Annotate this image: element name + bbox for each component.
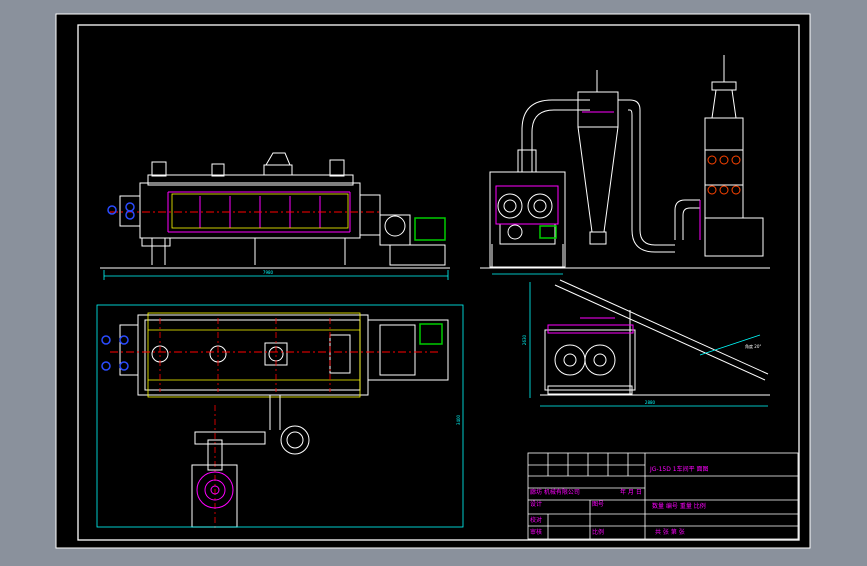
title-block-model: JG-15D 1车间平 面图 bbox=[649, 465, 708, 473]
front-view-length-label: 7980 bbox=[263, 270, 274, 275]
title-block-scale: 比例 bbox=[592, 528, 604, 536]
title-block-approve: 审核 bbox=[530, 528, 542, 536]
conveyor-angle-label: 角度 20° bbox=[745, 343, 761, 349]
plan-view-height-label: 3400 bbox=[456, 414, 461, 425]
title-block-sheet-info: 共 张 第 张 bbox=[655, 528, 685, 536]
cad-viewport: 7980 3400 2630 2880 角度 20° JG-15D 1车间平 面… bbox=[0, 0, 867, 562]
title-block-materials: 数量 编号 重量 比例 bbox=[652, 502, 706, 510]
title-block-drawing-no: 图号 bbox=[592, 501, 604, 508]
title-block-date: 年 月 日 bbox=[620, 488, 642, 496]
title-block-design: 设计 bbox=[530, 500, 542, 508]
title-block-company: 廊坊 机械有限公司 bbox=[530, 488, 580, 496]
title-block-check: 校对 bbox=[530, 516, 542, 524]
conveyor-base-label: 2880 bbox=[645, 400, 656, 405]
cad-drawing-canvas: 7980 3400 2630 2880 角度 20° JG-15D 1车间平 面… bbox=[55, 13, 811, 549]
conveyor-height-label: 2630 bbox=[522, 334, 527, 345]
